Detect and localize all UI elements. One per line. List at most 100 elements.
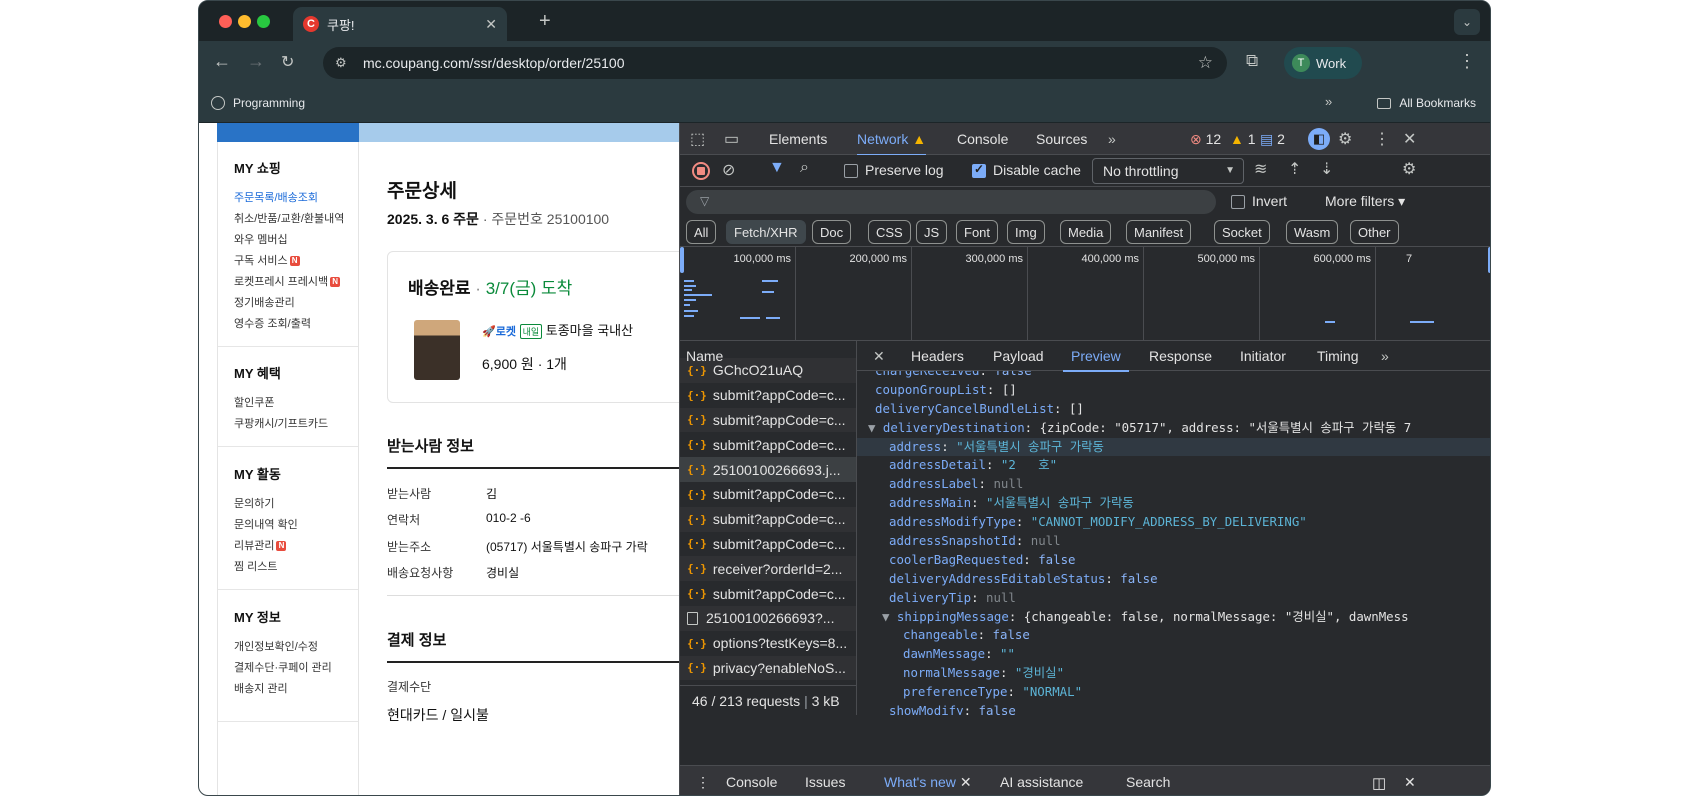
sidebar-item-profile[interactable]: 개인정보확인/수정 — [234, 638, 318, 654]
request-row[interactable]: {·} submit?appCode=c... — [680, 407, 856, 433]
tab-response[interactable]: Response — [1149, 348, 1212, 364]
json-line[interactable]: preferenceType: "NORMAL" — [857, 683, 1490, 702]
json-line[interactable]: ▼ shippingMessage: {changeable: false, n… — [857, 608, 1490, 627]
sidebar-item-returns[interactable]: 취소/반품/교환/환불내역 — [234, 210, 344, 226]
network-settings-icon[interactable]: ⚙ — [1402, 159, 1416, 179]
filter-chip-font[interactable]: Font — [956, 220, 999, 244]
tab-initiator[interactable]: Initiator — [1240, 348, 1286, 364]
drawer-menu-icon[interactable]: ⋮ — [696, 774, 710, 791]
json-line[interactable]: addressModifyType: "CANNOT_MODIFY_ADDRES… — [857, 513, 1490, 532]
json-preview[interactable]: chargeReceived: falsecouponGroupList: []… — [857, 371, 1490, 715]
drawer-tab-ai-assistance[interactable]: AI assistance — [1000, 774, 1083, 790]
request-row[interactable]: {·} 25100100266693.j... — [680, 457, 856, 482]
drawer-tab-issues[interactable]: Issues — [805, 774, 845, 790]
export-har-icon[interactable]: ⇣ — [1320, 159, 1333, 179]
json-line[interactable]: addressMain: "서울특별시 송파구 가락동 — [857, 494, 1490, 513]
more-detail-tabs-icon[interactable]: » — [1381, 348, 1389, 364]
sidebar-item-payment[interactable]: 결제수단·쿠페이 관리 — [234, 659, 332, 675]
disable-cache-checkbox[interactable] — [972, 162, 986, 178]
json-line[interactable]: addressLabel: null — [857, 475, 1490, 494]
search-icon[interactable]: ⌕ — [800, 159, 809, 177]
close-devtools-icon[interactable]: ✕ — [1403, 129, 1416, 149]
request-row[interactable]: {·} receiver?orderId=2... — [680, 556, 856, 582]
error-count[interactable]: ⊗ 12 — [1190, 131, 1221, 148]
sidebar-item-freshbag[interactable]: 로켓프레시 프레시백 N — [234, 273, 341, 289]
message-count[interactable]: ▤ 2 — [1260, 131, 1285, 148]
address-bar[interactable]: ⚙ mc.coupang.com/ssr/desktop/order/25100… — [323, 47, 1227, 79]
dock-side-icon[interactable]: ◫ — [1372, 774, 1386, 792]
import-har-icon[interactable]: ⇡ — [1288, 159, 1301, 179]
filter-chip-all[interactable]: All — [686, 220, 717, 244]
json-line[interactable]: deliveryTip: null — [857, 589, 1490, 608]
tab-network[interactable]: Network ▲ — [857, 131, 927, 156]
filter-chip-fetchxhr[interactable]: Fetch/XHR — [726, 220, 806, 244]
product-name[interactable]: 🚀로켓 내일 토종마을 국내산 — [482, 320, 633, 339]
browser-menu-icon[interactable]: ⋮ — [1458, 51, 1476, 72]
back-icon[interactable]: ← — [213, 51, 231, 72]
request-row[interactable]: {·} submit?appCode=c... — [680, 482, 856, 507]
warning-count[interactable]: ▲ 1 — [1230, 131, 1256, 147]
invert-checkbox[interactable] — [1231, 195, 1245, 209]
tab-timing[interactable]: Timing — [1317, 348, 1359, 364]
filter-chip-doc[interactable]: Doc — [812, 220, 852, 244]
filter-input[interactable]: ▽ — [686, 190, 1216, 214]
tab-preview[interactable]: Preview — [1063, 348, 1129, 372]
filter-chip-other[interactable]: Other — [1350, 220, 1399, 244]
clear-log-icon[interactable]: ⊘ — [722, 160, 735, 180]
device-toolbar-icon[interactable]: ▭ — [724, 129, 739, 149]
browser-tab[interactable]: C 쿠팡! ✕ — [293, 7, 507, 41]
sidebar-item-cash[interactable]: 쿠팡캐시/기프트카드 — [234, 415, 328, 431]
json-line[interactable]: deliveryCancelBundleList: [] — [857, 400, 1490, 419]
request-row[interactable]: {·} submit?appCode=c... — [680, 506, 856, 532]
filter-funnel-icon[interactable]: ▼ — [769, 159, 785, 177]
request-row[interactable]: {·} submit?appCode=c... — [680, 532, 856, 557]
request-row[interactable]: {·} submit?appCode=c... — [680, 432, 856, 457]
drawer-tab-search[interactable]: Search — [1126, 774, 1170, 790]
filter-chip-wasm[interactable]: Wasm — [1286, 220, 1339, 244]
site-settings-icon[interactable]: ⚙ — [335, 55, 355, 71]
settings-gear-icon[interactable]: ⚙ — [1338, 129, 1352, 149]
close-tab-icon[interactable]: ✕ — [960, 774, 972, 790]
sidebar-item-inquiry-history[interactable]: 문의내역 확인 — [234, 516, 298, 532]
request-row[interactable]: {·} privacy?enableNoS... — [680, 655, 856, 681]
sidebar-item-coupons[interactable]: 할인쿠폰 — [234, 394, 274, 410]
product-thumbnail[interactable] — [414, 320, 460, 380]
sidebar-item-address[interactable]: 배송지 관리 — [234, 680, 288, 696]
request-row[interactable]: {·} submit?appCode=c... — [680, 581, 856, 606]
sidebar-item-inquiry[interactable]: 문의하기 — [234, 495, 274, 511]
extensions-icon[interactable]: ⧉ — [1246, 51, 1258, 71]
json-line[interactable]: couponGroupList: [] — [857, 381, 1490, 400]
request-row[interactable]: 25100100266693?... — [680, 605, 856, 631]
json-line[interactable]: addressDetail: "2 호" — [857, 456, 1490, 475]
close-tab-icon[interactable]: ✕ — [485, 16, 497, 33]
throttling-select[interactable]: No throttling ▼ — [1092, 158, 1244, 184]
forward-icon[interactable]: → — [247, 51, 265, 72]
filter-chip-media[interactable]: Media — [1060, 220, 1112, 244]
json-line[interactable]: addressSnapshotId: null — [857, 532, 1490, 551]
json-line[interactable]: deliveryAddressEditableStatus: false — [857, 570, 1490, 589]
network-overview-timeline[interactable]: 100,000 ms 200,000 ms 300,000 ms 400,000 ms… — [680, 247, 1490, 341]
stop-recording-icon[interactable] — [692, 162, 710, 180]
bookmark-programming[interactable]: Programming — [211, 96, 305, 110]
request-row[interactable]: {·} submit?appCode=c... — [680, 383, 856, 408]
json-line[interactable]: ▼ deliveryDestination: {zipCode: "05717"… — [857, 419, 1490, 438]
close-window-button[interactable] — [219, 15, 232, 28]
filter-chip-js[interactable]: JS — [916, 220, 948, 244]
more-tabs-icon[interactable]: » — [1108, 131, 1116, 147]
sidebar-item-receipt[interactable]: 영수증 조회/출력 — [234, 315, 311, 331]
request-row[interactable]: {·} options?testKeys=8... — [680, 631, 856, 656]
filter-chip-manifest[interactable]: Manifest — [1126, 220, 1192, 244]
all-bookmarks-button[interactable]: All Bookmarks — [1377, 96, 1476, 110]
more-bookmarks-icon[interactable]: » — [1325, 94, 1332, 109]
close-detail-icon[interactable]: ✕ — [873, 348, 885, 365]
ai-assist-icon[interactable]: ◧ — [1308, 128, 1330, 150]
expand-toggle-icon[interactable]: ▼ — [868, 420, 883, 435]
sidebar-item-subscription[interactable]: 구독 서비스 N — [234, 252, 300, 268]
json-line[interactable]: changeable: false — [857, 626, 1490, 645]
filter-chip-socket[interactable]: Socket — [1214, 220, 1270, 244]
close-drawer-icon[interactable]: ✕ — [1404, 774, 1416, 791]
sidebar-item-orders[interactable]: 주문목록/배송조회 — [234, 189, 318, 205]
devtools-menu-icon[interactable]: ⋮ — [1374, 129, 1390, 149]
json-line[interactable]: dawnMessage: "" — [857, 645, 1490, 664]
tab-sources[interactable]: Sources — [1036, 131, 1087, 147]
